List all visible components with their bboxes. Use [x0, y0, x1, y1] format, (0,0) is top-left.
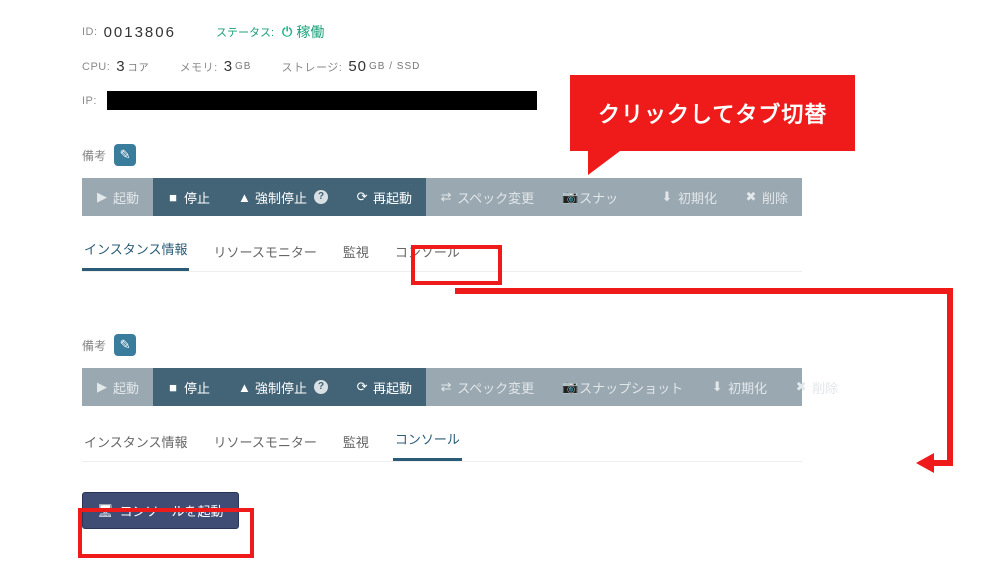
note-label: 備考	[82, 147, 106, 164]
tab-console[interactable]: コンソール	[393, 429, 462, 461]
play-icon: ▶	[96, 379, 108, 395]
delete-button: ✖ 削除	[731, 178, 802, 216]
annotation-line	[932, 460, 953, 466]
reboot-label: 再起動	[373, 188, 412, 207]
snapshot-button: 📷 スナッ	[548, 178, 632, 216]
launch-console-label: コンソールを起動	[120, 501, 224, 520]
edit-icon: ✎	[120, 147, 131, 163]
annotation-line	[455, 288, 953, 294]
stop-icon: ■	[167, 380, 179, 395]
edit-icon: ✎	[120, 337, 131, 353]
start-button: ▶起動	[82, 368, 153, 406]
storage-value: 50	[348, 58, 367, 75]
reboot-button[interactable]: ⟳再起動	[342, 368, 426, 406]
snapshot-label: スナッ	[579, 188, 618, 207]
spec-label: スペック変更	[457, 188, 534, 207]
help-icon[interactable]: ?	[314, 190, 328, 204]
stop-label: 停止	[184, 188, 210, 207]
ip-redacted	[107, 91, 537, 110]
annotation-line	[947, 288, 953, 466]
annotation-callout-text: クリックしてタブ切替	[598, 102, 827, 127]
id-label: ID:	[82, 26, 98, 38]
camera-icon: 📷	[562, 189, 574, 205]
force-stop-button[interactable]: ▲ 強制停止?	[224, 178, 342, 216]
snapshot-button: 📷スナップショット	[548, 368, 697, 406]
tab-console[interactable]: コンソール	[393, 242, 462, 271]
tabs-before: インスタンス情報 リソースモニター 監視 コンソール	[82, 238, 802, 272]
close-icon: ✖	[795, 379, 807, 395]
power-icon: ⏻	[282, 24, 292, 40]
tab-info[interactable]: インスタンス情報	[82, 432, 189, 461]
edit-note-button-2[interactable]: ✎	[114, 334, 136, 356]
init-button: ⬇初期化	[697, 368, 781, 406]
help-icon[interactable]: ?	[314, 380, 328, 394]
start-button: ▶ 起動	[82, 178, 153, 216]
stop-button[interactable]: ■停止	[153, 368, 224, 406]
delete-button: ✖削除	[781, 368, 852, 406]
spec-change-button: ⇄スペック変更	[426, 368, 548, 406]
refresh-icon: ⟳	[356, 379, 368, 395]
stop-icon: ■	[167, 190, 179, 205]
swap-icon: ⇄	[440, 189, 452, 205]
storage-label: ストレージ:	[281, 59, 342, 75]
launch-console-button[interactable]: 🖥 コンソールを起動	[82, 492, 239, 529]
cpu-value: 3	[116, 58, 125, 75]
init-button: ⬇ 初期化	[647, 178, 731, 216]
force-stop-button[interactable]: ▲強制停止?	[224, 368, 342, 406]
warning-icon: ▲	[238, 380, 250, 395]
id-value: 0013806	[104, 24, 176, 41]
annotation-callout: クリックしてタブ切替	[570, 75, 855, 151]
force-stop-label: 強制停止	[255, 188, 307, 207]
edit-note-button[interactable]: ✎	[114, 144, 136, 166]
mem-value: 3	[224, 58, 233, 75]
annotation-arrow-head	[916, 453, 934, 473]
init-label: 初期化	[678, 188, 717, 207]
warning-icon: ▲	[238, 190, 250, 205]
tab-monitor[interactable]: リソースモニター	[211, 242, 318, 271]
stop-button[interactable]: ■ 停止	[153, 178, 224, 216]
download-icon: ⬇	[711, 379, 723, 395]
swap-icon: ⇄	[440, 379, 452, 395]
cpu-label: CPU:	[82, 61, 110, 73]
mem-unit: GB	[235, 61, 251, 72]
tab-watch[interactable]: 監視	[341, 242, 371, 271]
mem-label: メモリ:	[180, 59, 218, 75]
note-label-2: 備考	[82, 337, 106, 354]
tab-watch[interactable]: 監視	[341, 432, 371, 461]
download-icon: ⬇	[661, 189, 673, 205]
status-label: ステータス:	[216, 24, 274, 40]
status-value: 稼働	[296, 22, 324, 42]
delete-label: 削除	[762, 188, 788, 207]
storage-unit: GB / SSD	[369, 61, 420, 72]
camera-icon: 📷	[562, 379, 574, 395]
action-toolbar-2: ▶起動 ■停止 ▲強制停止? ⟳再起動 ⇄スペック変更 📷スナップショット ⬇初…	[82, 368, 802, 406]
start-label: 起動	[113, 188, 139, 207]
spec-change-button: ⇄ スペック変更	[426, 178, 548, 216]
play-icon: ▶	[96, 189, 108, 205]
ip-label: IP:	[82, 95, 97, 107]
close-icon: ✖	[745, 189, 757, 205]
tabs-after: インスタンス情報 リソースモニター 監視 コンソール	[82, 428, 802, 462]
tab-monitor[interactable]: リソースモニター	[211, 432, 318, 461]
monitor-icon: 🖥	[97, 503, 114, 519]
cpu-unit: コア	[128, 59, 150, 74]
action-toolbar: ▶ 起動 ■ 停止 ▲ 強制停止? ⟳ 再起動 ⇄ スペック変更 📷 スナッ ⬇ 初期化 ✖ 削…	[82, 178, 802, 216]
refresh-icon: ⟳	[356, 189, 368, 205]
tab-info[interactable]: インスタンス情報	[82, 239, 189, 271]
reboot-button[interactable]: ⟳ 再起動	[342, 178, 426, 216]
